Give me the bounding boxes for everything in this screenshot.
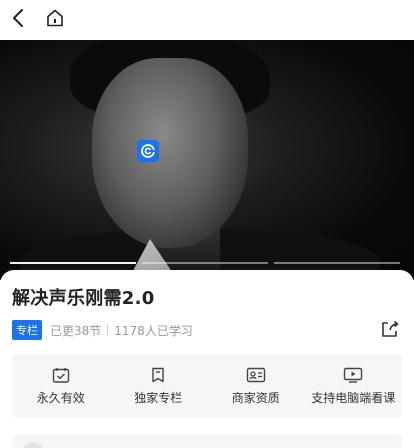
feature-strip: 永久有效 独家专栏 商家资质 支持电脑端看课 (12, 354, 402, 418)
chevron-left-icon (13, 9, 23, 27)
tv-play-icon (344, 367, 363, 383)
avatar (22, 442, 44, 448)
bookmark-icon (152, 367, 164, 382)
update-count: 已更38节 (50, 323, 102, 338)
feature-pc-support: 支持电脑端看课 (305, 354, 403, 418)
carousel-progress-segment (142, 262, 268, 264)
brand-logo-icon (137, 140, 159, 162)
carousel-progress-segment (10, 262, 136, 264)
carousel-progress (10, 262, 400, 264)
column-tag: 专栏 (12, 320, 42, 340)
home-button[interactable] (44, 6, 66, 30)
feature-qualification[interactable]: 商家资质 (207, 354, 305, 418)
id-card-icon (246, 367, 265, 382)
course-title: 解决声乐刚需2.0 (12, 288, 155, 309)
meta-divider (107, 325, 109, 335)
feature-label: 商家资质 (231, 390, 280, 405)
next-section-card (12, 434, 402, 448)
top-nav-bar (0, 0, 414, 40)
course-info-sheet: 解决声乐刚需2.0 专栏 已更38节 1178人已学习 永久有效 独家专栏 商家… (0, 270, 414, 448)
course-meta: 专栏 已更38节 1178人已学习 (12, 320, 193, 340)
feature-permanent: 永久有效 (12, 354, 110, 418)
feature-label: 独家专栏 (134, 390, 183, 405)
calendar-check-icon (52, 367, 69, 383)
feature-exclusive: 独家专栏 (110, 354, 208, 418)
feature-label: 永久有效 (36, 390, 85, 405)
learner-count: 1178人已学习 (114, 323, 193, 338)
share-button[interactable] (380, 320, 400, 338)
carousel-progress-segment (274, 262, 400, 264)
share-icon (382, 320, 399, 337)
home-icon (47, 9, 63, 27)
course-detail-page: 解决声乐刚需2.0 专栏 已更38节 1178人已学习 永久有效 独家专栏 商家… (0, 0, 414, 448)
hero-banner[interactable] (0, 40, 414, 280)
portrait-face (92, 58, 248, 248)
feature-label: 支持电脑端看课 (311, 390, 396, 405)
back-button[interactable] (8, 6, 28, 30)
